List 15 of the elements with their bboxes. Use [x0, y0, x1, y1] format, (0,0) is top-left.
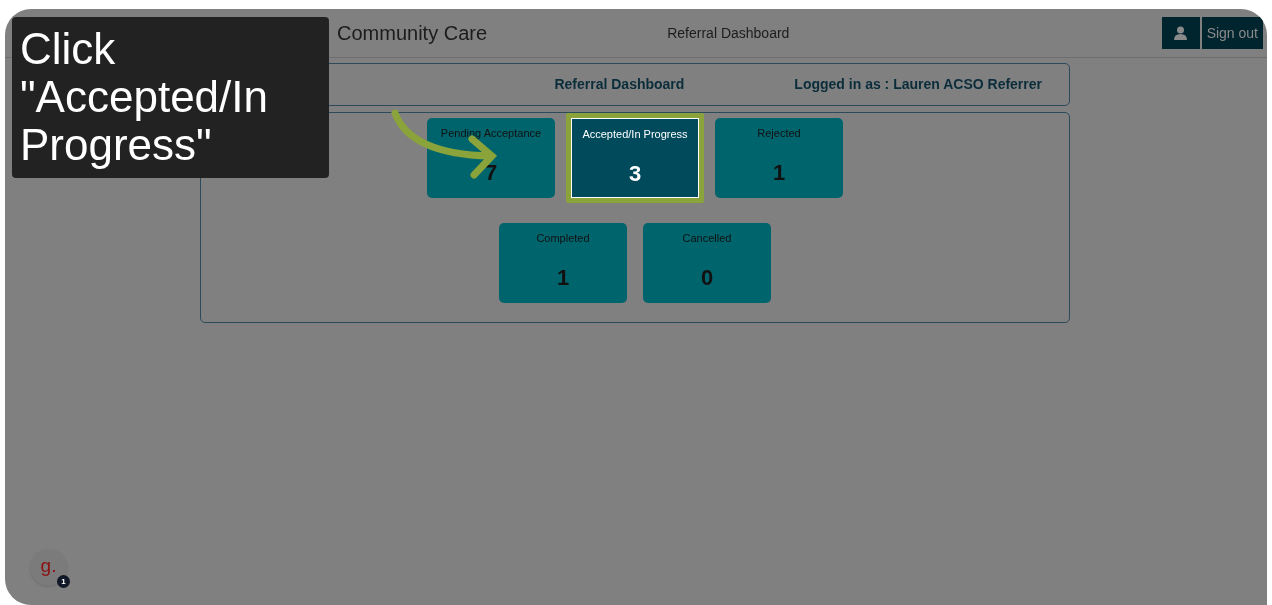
callout-text: Click "Accepted/In Progress" [20, 25, 269, 169]
notification-badge: 1 [57, 575, 70, 588]
status-card[interactable]: Accepted/In Progress 3 [566, 113, 704, 203]
status-card[interactable]: Completed 1 [499, 223, 627, 303]
assistant-button[interactable]: g. 1 [30, 549, 67, 586]
status-card[interactable]: Cancelled 0 [643, 223, 771, 303]
sign-out-button[interactable]: Sign out [1201, 17, 1263, 49]
dashboard-title: Referral Dashboard [554, 75, 685, 94]
status-card[interactable]: Rejected 1 [715, 118, 843, 198]
profile-button[interactable] [1161, 17, 1200, 49]
user-icon [1174, 26, 1188, 40]
brand-name: Community Care [337, 21, 489, 46]
status-card[interactable]: Pending Acceptance 7 [427, 118, 555, 198]
logged-in-text: Logged in as : Lauren ACSO Referrer [794, 75, 1042, 94]
page-title: Referral Dashboard [666, 23, 791, 43]
